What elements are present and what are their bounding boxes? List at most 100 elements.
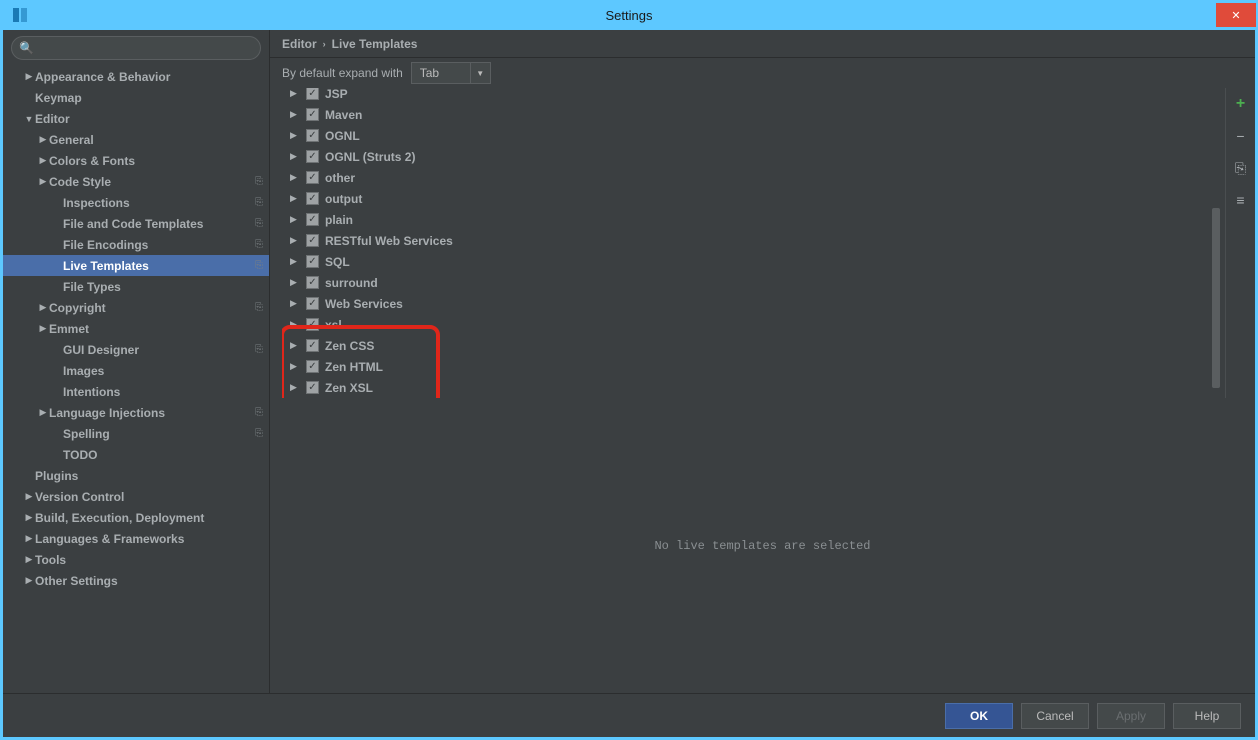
scheme-icon: ⎘	[255, 218, 263, 229]
template-checkbox[interactable]: ✓	[306, 255, 319, 268]
sidebar-item-emmet[interactable]: ▶Emmet	[3, 318, 269, 339]
template-checkbox[interactable]: ✓	[306, 381, 319, 394]
chevron-right-icon: ▶	[290, 340, 300, 351]
cancel-button[interactable]: Cancel	[1021, 703, 1089, 729]
list-icon[interactable]: ≡	[1231, 190, 1251, 210]
template-label: output	[325, 192, 362, 206]
chevron-down-icon[interactable]: ▼	[471, 62, 491, 84]
sidebar-item-file-encodings[interactable]: File Encodings⎘	[3, 234, 269, 255]
chevron-icon: ▶	[37, 155, 49, 166]
template-group-jsp[interactable]: ▶✓JSP	[282, 88, 1221, 104]
template-checkbox[interactable]: ✓	[306, 276, 319, 289]
chevron-right-icon: ▶	[290, 319, 300, 330]
sidebar-item-version-control[interactable]: ▶Version Control	[3, 486, 269, 507]
template-checkbox[interactable]: ✓	[306, 360, 319, 373]
template-group-ognl-struts-2-[interactable]: ▶✓OGNL (Struts 2)	[282, 146, 1221, 167]
search-input[interactable]	[11, 36, 261, 60]
template-group-xsl[interactable]: ▶✓xsl	[282, 314, 1221, 335]
template-group-sql[interactable]: ▶✓SQL	[282, 251, 1221, 272]
chevron-right-icon: ▶	[290, 235, 300, 246]
template-checkbox[interactable]: ✓	[306, 192, 319, 205]
template-checkbox[interactable]: ✓	[306, 108, 319, 121]
sidebar-item-images[interactable]: Images	[3, 360, 269, 381]
template-group-output[interactable]: ▶ ✓ output	[282, 188, 1221, 209]
sidebar-item-label: Tools	[35, 553, 66, 567]
sidebar-item-label: Spelling	[63, 427, 110, 441]
help-button[interactable]: Help	[1173, 703, 1241, 729]
template-checkbox[interactable]: ✓	[306, 88, 319, 100]
sidebar-item-gui-designer[interactable]: GUI Designer⎘	[3, 339, 269, 360]
sidebar-item-keymap[interactable]: Keymap	[3, 87, 269, 108]
sidebar-item-colors-fonts[interactable]: ▶Colors & Fonts	[3, 150, 269, 171]
template-group-zen-html[interactable]: ▶✓Zen HTML	[282, 356, 1221, 377]
chevron-icon: ▶	[23, 533, 35, 544]
chevron-icon: ▶	[23, 512, 35, 523]
ok-button[interactable]: OK	[945, 703, 1013, 729]
template-group-ognl[interactable]: ▶✓OGNL	[282, 125, 1221, 146]
settings-tree[interactable]: ▶Appearance & BehaviorKeymap▼Editor▶Gene…	[3, 66, 269, 693]
chevron-icon: ▶	[37, 323, 49, 334]
sidebar-item-language-injections[interactable]: ▶Language Injections⎘	[3, 402, 269, 423]
chevron-right-icon: ▶	[290, 382, 300, 393]
apply-button[interactable]: Apply	[1097, 703, 1165, 729]
expand-value[interactable]	[411, 62, 471, 84]
template-group-restful-web-services[interactable]: ▶✓RESTful Web Services	[282, 230, 1221, 251]
template-checkbox[interactable]: ✓	[306, 129, 319, 142]
breadcrumb: Editor › Live Templates	[270, 30, 1255, 58]
sidebar-item-file-types[interactable]: File Types	[3, 276, 269, 297]
chevron-right-icon: ▶	[290, 193, 300, 204]
sidebar-item-label: Colors & Fonts	[49, 154, 135, 168]
template-list[interactable]: ▶✓JSP▶✓Maven▶✓OGNL▶✓OGNL (Struts 2)▶✓oth…	[282, 88, 1221, 398]
close-button[interactable]: ✕	[1216, 3, 1256, 27]
sidebar-item-code-style[interactable]: ▶Code Style⎘	[3, 171, 269, 192]
add-button[interactable]: +	[1231, 94, 1251, 114]
remove-button[interactable]: −	[1231, 126, 1251, 146]
sidebar-item-inspections[interactable]: Inspections⎘	[3, 192, 269, 213]
scheme-icon: ⎘	[255, 407, 263, 418]
sidebar-item-appearance-behavior[interactable]: ▶Appearance & Behavior	[3, 66, 269, 87]
sidebar-item-todo[interactable]: TODO	[3, 444, 269, 465]
template-group-zen-css[interactable]: ▶✓Zen CSS	[282, 335, 1221, 356]
sidebar-item-languages-frameworks[interactable]: ▶Languages & Frameworks	[3, 528, 269, 549]
sidebar-item-live-templates[interactable]: Live Templates⎘	[3, 255, 269, 276]
sidebar-item-general[interactable]: ▶General	[3, 129, 269, 150]
breadcrumb-root[interactable]: Editor	[282, 37, 317, 51]
template-group-zen-xsl[interactable]: ▶✓Zen XSL	[282, 377, 1221, 398]
template-group-plain[interactable]: ▶✓plain	[282, 209, 1221, 230]
side-toolbar: + − ⎘ ≡	[1225, 88, 1255, 398]
copy-button[interactable]: ⎘	[1231, 158, 1251, 178]
template-checkbox[interactable]: ✓	[306, 213, 319, 226]
chevron-right-icon: ▶	[290, 256, 300, 267]
sidebar-item-tools[interactable]: ▶Tools	[3, 549, 269, 570]
search-row: 🔍	[3, 36, 269, 66]
sidebar-item-file-and-code-templates[interactable]: File and Code Templates⎘	[3, 213, 269, 234]
sidebar-item-spelling[interactable]: Spelling⎘	[3, 423, 269, 444]
sidebar-item-label: Build, Execution, Deployment	[35, 511, 204, 525]
template-group-surround[interactable]: ▶✓surround	[282, 272, 1221, 293]
scrollbar-thumb[interactable]	[1212, 208, 1220, 388]
sidebar-item-label: GUI Designer	[63, 343, 139, 357]
template-checkbox[interactable]: ✓	[306, 297, 319, 310]
sidebar-item-label: Appearance & Behavior	[35, 70, 170, 84]
template-checkbox[interactable]: ✓	[306, 234, 319, 247]
sidebar-item-build-execution-deployment[interactable]: ▶Build, Execution, Deployment	[3, 507, 269, 528]
sidebar-item-label: TODO	[63, 448, 97, 462]
sidebar-item-plugins[interactable]: Plugins	[3, 465, 269, 486]
chevron-right-icon: ›	[323, 39, 326, 49]
template-checkbox[interactable]: ✓	[306, 318, 319, 331]
app-icon	[8, 3, 32, 27]
breadcrumb-leaf: Live Templates	[332, 37, 418, 51]
sidebar-item-other-settings[interactable]: ▶Other Settings	[3, 570, 269, 591]
sidebar-item-copyright[interactable]: ▶Copyright⎘	[3, 297, 269, 318]
scrollbar-vertical[interactable]	[1211, 88, 1221, 398]
template-checkbox[interactable]: ✓	[306, 339, 319, 352]
template-checkbox[interactable]: ✓	[306, 150, 319, 163]
expand-select[interactable]: ▼	[411, 62, 491, 84]
template-group-web-services[interactable]: ▶✓Web Services	[282, 293, 1221, 314]
template-group-other[interactable]: ▶✓other	[282, 167, 1221, 188]
chevron-right-icon: ▶	[290, 172, 300, 183]
template-group-maven[interactable]: ▶✓Maven	[282, 104, 1221, 125]
sidebar-item-intentions[interactable]: Intentions	[3, 381, 269, 402]
template-checkbox[interactable]: ✓	[306, 171, 319, 184]
sidebar-item-editor[interactable]: ▼Editor	[3, 108, 269, 129]
